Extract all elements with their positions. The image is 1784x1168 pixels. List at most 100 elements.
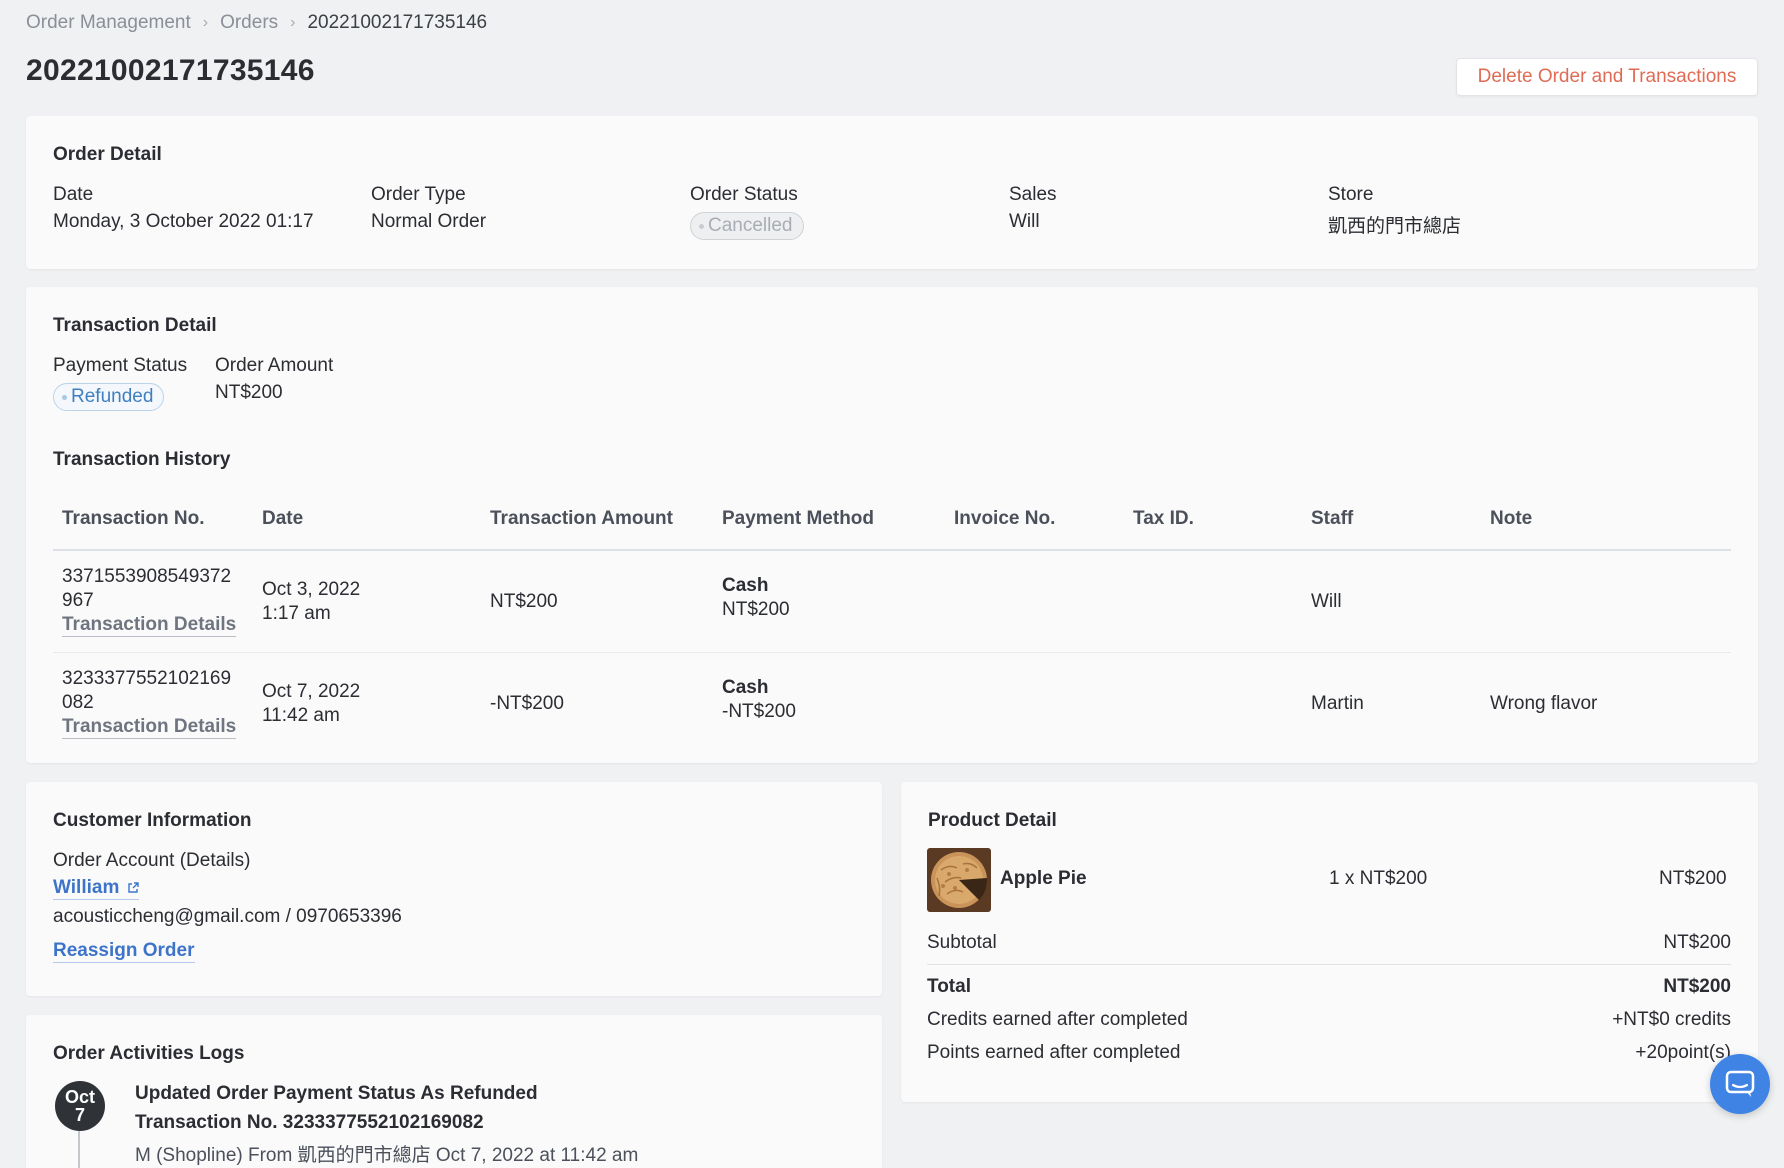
payment-status-label: Payment Status	[53, 355, 188, 376]
col-staff: Staff	[1311, 508, 1354, 529]
payment-method: Cash NT$200	[722, 574, 790, 622]
product-qty-price: 1 x NT$200	[1329, 868, 1428, 889]
payment-method-amount: NT$200	[722, 599, 790, 620]
badge-month: Oct	[64, 1087, 95, 1107]
points-value: +20point(s)	[1635, 1042, 1731, 1063]
transaction-details-link[interactable]: Transaction Details	[62, 716, 237, 739]
transaction-no-line1: 3371553908549372	[62, 566, 232, 587]
customer-name-link[interactable]: William	[53, 876, 139, 900]
col-tax-id: Tax ID.	[1133, 508, 1194, 529]
product-name: Apple Pie	[1000, 868, 1087, 889]
credits-row: Credits earned after completed +NT$0 cre…	[927, 1009, 1731, 1031]
chat-launcher-button[interactable]	[1710, 1054, 1770, 1114]
staff-name: Martin	[1311, 693, 1364, 714]
log-entry-title: Updated Order Payment Status As Refunded	[135, 1083, 538, 1104]
order-status-value: Cancelled	[708, 215, 793, 236]
timeline-connector	[78, 1131, 80, 1168]
col-transaction-no: Transaction No.	[62, 508, 205, 529]
points-label: Points earned after completed	[927, 1042, 1181, 1063]
order-amount-label: Order Amount	[215, 355, 334, 376]
store-label: Store	[1328, 184, 1374, 205]
payment-method: Cash -NT$200	[722, 676, 796, 724]
transaction-amount: NT$200	[490, 591, 558, 612]
date-label: Date	[53, 184, 94, 205]
transaction-date-line2: 1:17 am	[262, 603, 331, 624]
customer-info-card: Customer Information Order Account (Deta…	[26, 782, 882, 996]
breadcrumb-order-management[interactable]: Order Management	[26, 12, 191, 34]
order-type-label: Order Type	[371, 184, 466, 205]
transaction-date: Oct 3, 2022 1:17 am	[262, 578, 360, 626]
transaction-no: 3233377552102169 082	[62, 667, 231, 715]
transaction-date-line2: 11:42 am	[262, 705, 340, 726]
payment-method-amount: -NT$200	[722, 701, 796, 722]
reassign-order-link[interactable]: Reassign Order	[53, 939, 195, 963]
breadcrumb: Order Management › Orders › 202210021717…	[26, 12, 487, 34]
order-detail-title: Order Detail	[53, 144, 162, 165]
subtotal-label: Subtotal	[927, 932, 997, 953]
badge-day: 7	[74, 1105, 85, 1125]
log-entry-meta: M (Shopline) From 凱西的門市總店 Oct 7, 2022 at…	[135, 1145, 639, 1166]
transaction-date: Oct 7, 2022 11:42 am	[262, 680, 360, 728]
breadcrumb-current: 20221002171735146	[307, 12, 488, 33]
payment-status-badge: Refunded	[53, 383, 165, 411]
activity-logs-title: Order Activities Logs	[53, 1043, 245, 1064]
transaction-date-line1: Oct 3, 2022	[262, 579, 361, 600]
total-label: Total	[927, 976, 971, 997]
col-note: Note	[1490, 508, 1533, 529]
store-value: 凱西的門市總店	[1328, 216, 1462, 237]
col-invoice-no: Invoice No.	[954, 508, 1056, 529]
col-date: Date	[262, 508, 304, 529]
apple-pie-image	[927, 848, 991, 912]
delete-order-button[interactable]: Delete Order and Transactions	[1456, 58, 1758, 96]
customer-contact: acousticcheng@gmail.com / 0970653396	[53, 906, 402, 927]
transaction-no: 3371553908549372 967	[62, 565, 231, 613]
chevron-right-icon: ›	[202, 14, 209, 31]
transaction-amount: -NT$200	[490, 693, 564, 714]
transaction-history-title: Transaction History	[53, 449, 231, 470]
status-dot-icon	[699, 223, 704, 229]
total-value: NT$200	[1663, 976, 1731, 997]
credits-label: Credits earned after completed	[927, 1009, 1188, 1030]
subtotal-row: Subtotal NT$200	[927, 932, 1731, 954]
transaction-no-line2: 967	[62, 590, 94, 611]
col-transaction-amount: Transaction Amount	[490, 508, 673, 529]
transaction-date-line1: Oct 7, 2022	[262, 681, 361, 702]
order-amount-value: NT$200	[215, 382, 283, 403]
chat-icon	[1725, 1070, 1755, 1097]
summary-divider	[927, 964, 1731, 965]
sales-value: Will	[1009, 211, 1040, 232]
order-status-label: Order Status	[690, 184, 798, 205]
row-divider	[53, 652, 1731, 653]
breadcrumb-orders[interactable]: Orders	[220, 12, 278, 34]
payment-method-name: Cash	[722, 575, 769, 596]
customer-name: William	[53, 877, 120, 898]
order-detail-card: Order Detail Date Monday, 3 October 2022…	[26, 116, 1758, 269]
chevron-right-icon: ›	[290, 14, 296, 31]
log-entry-transaction: Transaction No. 3233377552102169082	[135, 1112, 484, 1133]
transaction-no-line1: 3233377552102169	[62, 668, 232, 689]
transaction-note: Wrong flavor	[1490, 693, 1598, 714]
product-image	[927, 848, 991, 912]
customer-info-title: Customer Information	[53, 810, 252, 831]
staff-name: Will	[1311, 591, 1342, 612]
transaction-detail-title: Transaction Detail	[53, 315, 217, 336]
order-account-label: Order Account (Details)	[53, 850, 251, 871]
timeline-date-badge: Oct 7	[55, 1081, 105, 1131]
subtotal-value: NT$200	[1663, 932, 1731, 953]
order-type-value: Normal Order	[371, 211, 487, 232]
table-header-divider	[53, 549, 1731, 551]
points-row: Points earned after completed +20point(s…	[927, 1042, 1731, 1064]
payment-status-value: Refunded	[71, 386, 154, 407]
order-status-badge: Cancelled	[690, 212, 804, 240]
external-link-icon	[127, 882, 139, 893]
transaction-no-line2: 082	[62, 692, 94, 713]
credits-value: +NT$0 credits	[1612, 1009, 1731, 1030]
page-title: 20221002171735146	[26, 54, 315, 87]
total-row: Total NT$200	[927, 976, 1731, 998]
col-payment-method: Payment Method	[722, 508, 875, 529]
status-dot-icon	[62, 394, 67, 400]
transaction-details-link[interactable]: Transaction Details	[62, 614, 237, 637]
product-line-total: NT$200	[1659, 868, 1727, 889]
date-value: Monday, 3 October 2022 01:17	[53, 211, 314, 232]
product-detail-title: Product Detail	[928, 810, 1057, 831]
